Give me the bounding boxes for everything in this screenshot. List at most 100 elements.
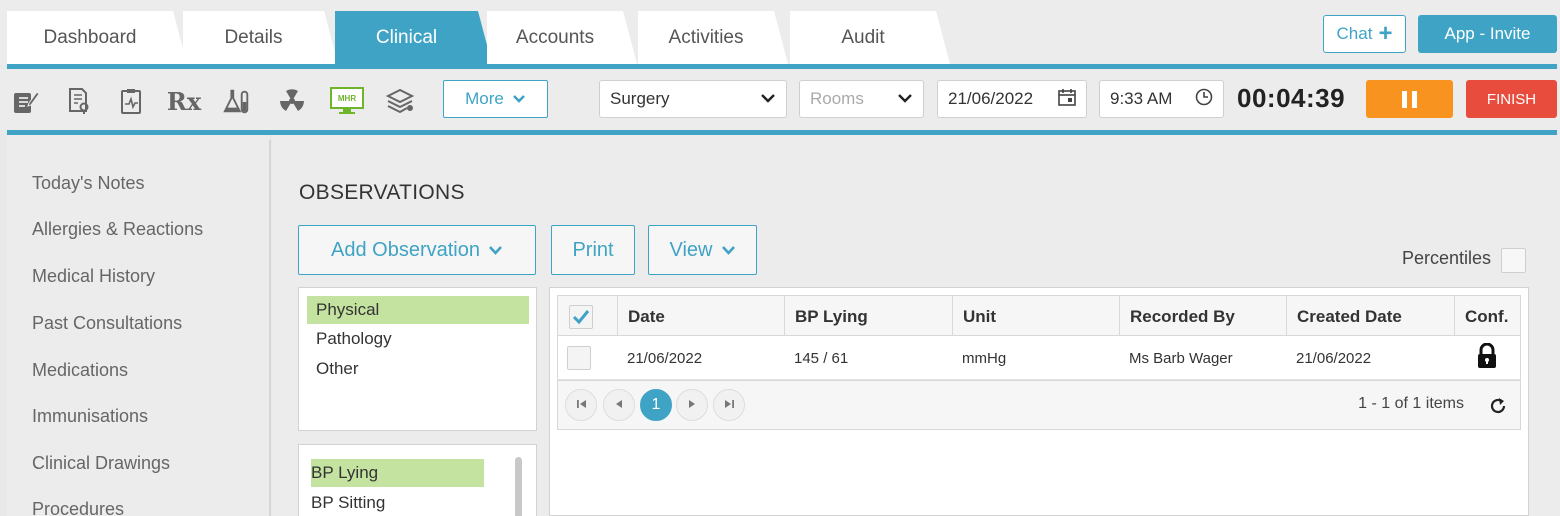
- cell-date: 21/06/2022: [627, 349, 703, 367]
- tab-accounts[interactable]: Accounts: [487, 11, 637, 64]
- tab-label: Activities: [668, 26, 744, 48]
- mhr-text: MHR: [338, 94, 356, 103]
- category-pathology[interactable]: Pathology: [307, 325, 529, 353]
- time-value: 9:33 AM: [1110, 89, 1173, 108]
- cell-bp-lying: 145 / 61: [794, 349, 849, 367]
- select-all-checkbox[interactable]: [569, 304, 593, 329]
- mhr-icon[interactable]: MHR: [330, 86, 364, 116]
- sidebar-item-todays-notes[interactable]: Today's Notes: [32, 173, 145, 194]
- column-header-date[interactable]: Date: [617, 296, 784, 337]
- clinical-sidebar: Today's Notes Allergies & Reactions Medi…: [7, 135, 269, 516]
- notes-icon[interactable]: [10, 86, 40, 116]
- prescription-icon[interactable]: Rx: [166, 86, 202, 116]
- tab-label: Dashboard: [43, 26, 137, 48]
- category-physical[interactable]: Physical: [307, 296, 529, 324]
- tab-bar: Dashboard Details Clinical Accounts Acti…: [0, 0, 1560, 65]
- cell-unit: mmHg: [962, 349, 1007, 367]
- prev-page-button[interactable]: [603, 389, 635, 421]
- page-info: 1 - 1 of 1 items: [1358, 395, 1464, 412]
- rx-label: Rx: [166, 86, 202, 116]
- rooms-select[interactable]: Rooms: [799, 80, 924, 118]
- tab-activities[interactable]: Activities: [638, 11, 788, 64]
- print-button[interactable]: Print: [551, 225, 635, 275]
- tab-details[interactable]: Details: [183, 11, 338, 64]
- tab-label: Accounts: [515, 26, 595, 48]
- first-page-button[interactable]: [565, 389, 597, 421]
- list-scrollbar[interactable]: [515, 457, 522, 516]
- chat-button[interactable]: Chat +: [1323, 15, 1406, 53]
- finish-label: FINISH: [1486, 90, 1537, 108]
- consult-timer: 00:04:39: [1237, 83, 1346, 113]
- clock-icon[interactable]: [1195, 88, 1213, 111]
- prev-page-icon: [615, 399, 623, 412]
- finish-button[interactable]: FINISH: [1466, 80, 1557, 118]
- tab-label: Clinical: [375, 26, 438, 48]
- column-header-bp-lying[interactable]: BP Lying: [784, 296, 952, 337]
- grid-pager: 1 1 - 1 of 1 items: [557, 380, 1521, 430]
- refresh-icon[interactable]: [1486, 394, 1510, 418]
- sidebar-item-medical-history[interactable]: Medical History: [32, 266, 155, 287]
- lab-icon[interactable]: [222, 86, 252, 116]
- column-header-created-date[interactable]: Created Date: [1286, 296, 1454, 337]
- sidebar-item-past-consultations[interactable]: Past Consultations: [32, 313, 182, 334]
- sidebar-item-procedures[interactable]: Procedures: [32, 499, 124, 516]
- lock-icon: [1476, 342, 1498, 373]
- referral-icon[interactable]: [63, 86, 93, 116]
- category-list: Physical Pathology Other: [298, 287, 537, 431]
- first-page-icon: [576, 399, 587, 412]
- add-observation-button[interactable]: Add Observation: [298, 225, 536, 275]
- chevron-down-icon: [760, 89, 776, 109]
- observation-type-bp-sitting[interactable]: BP Sitting: [311, 489, 484, 516]
- chevron-down-icon: [512, 89, 526, 109]
- more-label: More: [465, 89, 504, 108]
- cell-recorded-by: Ms Barb Wager: [1129, 349, 1233, 367]
- app-invite-button[interactable]: App - Invite: [1418, 15, 1557, 53]
- tab-dashboard[interactable]: Dashboard: [7, 11, 187, 64]
- next-page-button[interactable]: [676, 389, 708, 421]
- observation-type-list: BP Lying BP Sitting: [298, 444, 537, 516]
- sidebar-item-clinical-drawings[interactable]: Clinical Drawings: [32, 453, 170, 474]
- location-select[interactable]: Surgery: [599, 80, 787, 118]
- row-checkbox[interactable]: [567, 346, 591, 370]
- tab-label: Details: [224, 26, 283, 48]
- date-value: 21/06/2022: [948, 89, 1034, 108]
- radiation-icon[interactable]: [277, 86, 307, 116]
- pause-icon: [1412, 90, 1417, 108]
- column-header-recorded-by[interactable]: Recorded By: [1119, 296, 1286, 337]
- category-other[interactable]: Other: [307, 355, 529, 383]
- location-value: Surgery: [610, 89, 670, 108]
- page-number: 1: [651, 396, 661, 413]
- app-invite-label: App - Invite: [1444, 24, 1531, 43]
- cell-created-date: 21/06/2022: [1296, 349, 1372, 367]
- last-page-button[interactable]: [713, 389, 745, 421]
- tab-clinical[interactable]: Clinical: [335, 11, 492, 64]
- grid-header: Date BP Lying Unit Recorded By Created D…: [557, 295, 1521, 337]
- percentiles-checkbox[interactable]: [1501, 248, 1526, 273]
- page-number-button[interactable]: 1: [640, 389, 672, 421]
- sidebar-item-immunisations[interactable]: Immunisations: [32, 406, 148, 427]
- chat-label: Chat: [1336, 24, 1373, 43]
- tab-audit[interactable]: Audit: [790, 11, 950, 64]
- view-label: View: [669, 238, 713, 261]
- percentiles-label: Percentiles: [1402, 248, 1492, 268]
- table-row[interactable]: 21/06/2022 145 / 61 mmHg Ms Barb Wager 2…: [557, 336, 1521, 380]
- results-icon[interactable]: [116, 86, 146, 116]
- pause-button[interactable]: [1366, 80, 1453, 118]
- sidebar-item-medications[interactable]: Medications: [32, 360, 128, 381]
- observation-type-bp-lying[interactable]: BP Lying: [311, 459, 484, 487]
- print-label: Print: [572, 238, 614, 261]
- sidebar-item-allergies[interactable]: Allergies & Reactions: [32, 219, 203, 240]
- calendar-icon[interactable]: [1058, 88, 1076, 111]
- column-header-unit[interactable]: Unit: [952, 296, 1119, 337]
- more-button[interactable]: More: [443, 80, 548, 118]
- row-select-cell: [558, 336, 617, 380]
- column-header-confidential[interactable]: Conf.: [1454, 296, 1520, 337]
- education-icon[interactable]: [385, 86, 415, 116]
- date-field[interactable]: 21/06/2022: [937, 80, 1087, 118]
- cell-confidential: [1454, 336, 1520, 380]
- chevron-down-icon: [488, 239, 503, 262]
- clinical-toolbar: Rx MHR More Surgery Rooms 21/06/2022 9:3…: [0, 69, 1560, 130]
- chevron-down-icon: [897, 89, 913, 109]
- view-button[interactable]: View: [648, 225, 757, 275]
- time-field[interactable]: 9:33 AM: [1099, 80, 1224, 118]
